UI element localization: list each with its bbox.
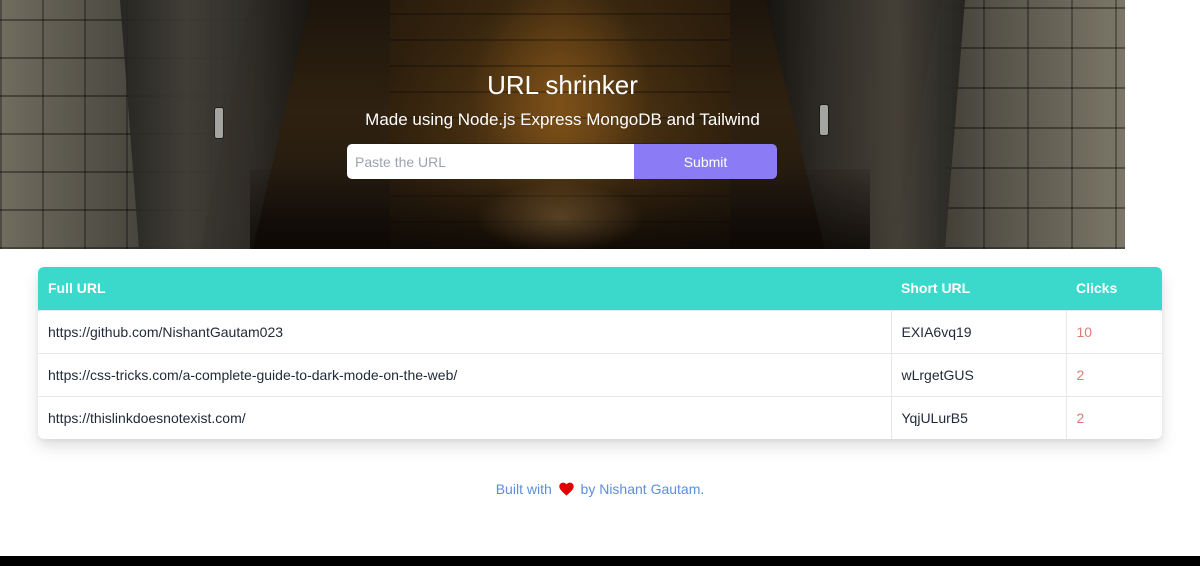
- page-title: URL shrinker: [487, 70, 638, 100]
- header-clicks: Clicks: [1076, 280, 1118, 297]
- full-url-cell[interactable]: https://thislinkdoesnotexist.com/: [38, 396, 891, 439]
- header-full-url: Full URL: [48, 280, 106, 297]
- short-url-link[interactable]: EXIA6vq19: [890, 310, 1066, 353]
- urls-table: Full URL Short URL Clicks https://github…: [38, 267, 1162, 439]
- url-input[interactable]: [347, 144, 634, 179]
- submit-button[interactable]: Submit: [634, 144, 777, 179]
- table-row: https://thislinkdoesnotexist.com/ YqjULu…: [38, 396, 1162, 439]
- footer-author-link[interactable]: by Nishant Gautam.: [581, 481, 705, 497]
- full-url-cell[interactable]: https://github.com/NishantGautam023: [38, 310, 891, 353]
- short-url-link[interactable]: YqjULurB5: [890, 396, 1066, 439]
- urls-table-card: Full URL Short URL Clicks https://github…: [38, 267, 1162, 439]
- table-row: https://github.com/NishantGautam023 EXIA…: [38, 310, 1162, 353]
- shorten-form: Submit: [347, 144, 777, 179]
- short-url-link[interactable]: wLrgetGUS: [890, 353, 1066, 396]
- header-short-url: Short URL: [901, 280, 971, 297]
- footer: Built with by Nishant Gautam.: [0, 481, 1200, 499]
- bottom-bar: [0, 556, 1200, 566]
- table-row: https://css-tricks.com/a-complete-guide-…: [38, 353, 1162, 396]
- clicks-count: 10: [1065, 310, 1162, 353]
- clicks-count: 2: [1065, 353, 1162, 396]
- heart-icon: [558, 482, 574, 499]
- hero-content: URL shrinker Made using Node.js Express …: [0, 0, 1125, 249]
- footer-text-before: Built with: [495, 481, 552, 497]
- full-url-cell[interactable]: https://css-tricks.com/a-complete-guide-…: [38, 353, 891, 396]
- clicks-count: 2: [1065, 396, 1162, 439]
- page-subtitle: Made using Node.js Express MongoDB and T…: [365, 110, 760, 129]
- hero-banner: URL shrinker Made using Node.js Express …: [0, 0, 1125, 249]
- table-header-row: Full URL Short URL Clicks: [38, 267, 1162, 310]
